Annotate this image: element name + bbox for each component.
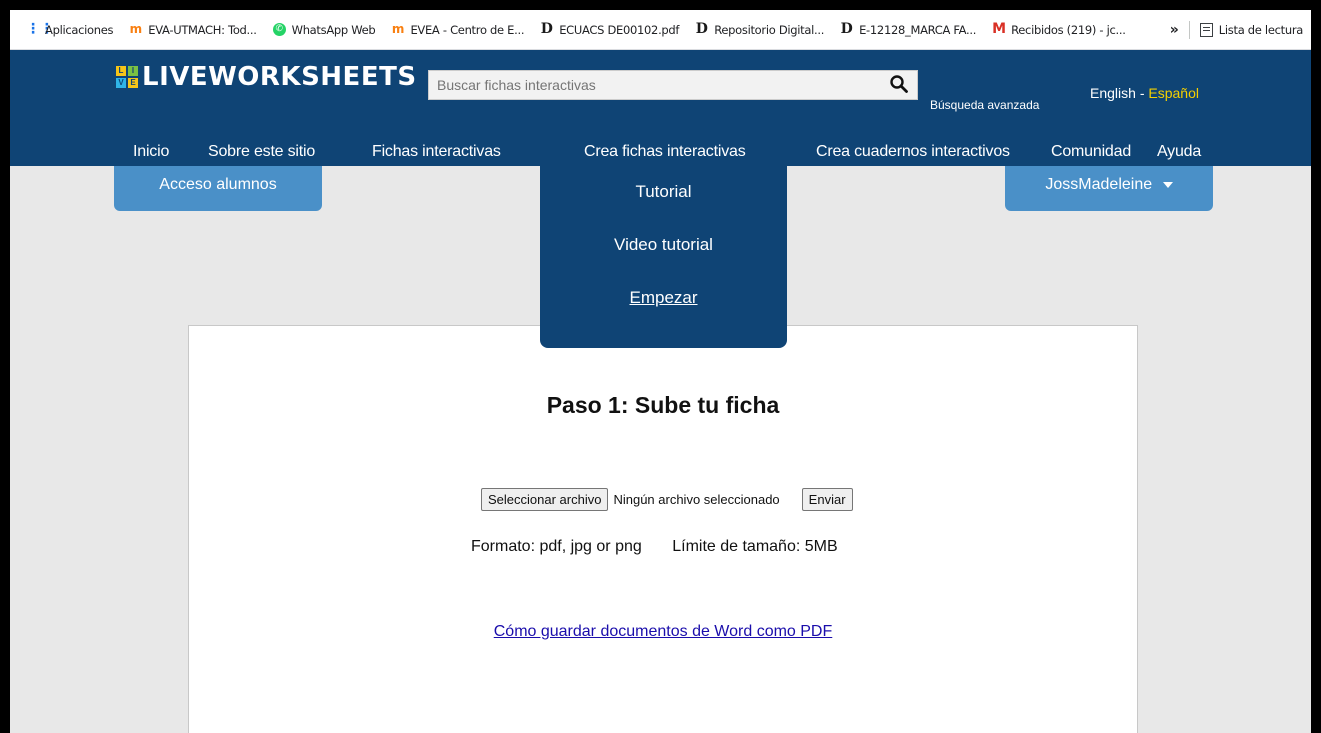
logo-mark: L I V E	[116, 66, 138, 88]
reading-list-button[interactable]: Lista de lectura	[1199, 22, 1304, 37]
reading-list-label: Lista de lectura	[1218, 22, 1304, 37]
bookmark-gmail[interactable]: M Recibidos (219) - jc...	[984, 21, 1134, 37]
language-switcher: English - Español	[1090, 85, 1199, 101]
user-name: JossMadeleine	[1045, 176, 1153, 193]
main-nav: Inicio Sobre este sitio Fichas interacti…	[10, 143, 1311, 167]
no-file-text: Ningún archivo seleccionado	[613, 492, 780, 507]
nav-sobre-este-sitio[interactable]: Sobre este sitio	[208, 143, 315, 161]
search-box	[428, 70, 918, 100]
divider	[1188, 20, 1190, 39]
bookmark-label: ECUACS DE00102.pdf	[559, 22, 680, 37]
format-info: Formato: pdf, jpg or png Límite de tamañ…	[471, 538, 838, 556]
bookmark-label: EVEA - Centro de E...	[410, 22, 525, 37]
dropdown-item-video-tutorial[interactable]: Video tutorial	[540, 235, 787, 255]
format-text: Formato: pdf, jpg or png	[471, 538, 642, 555]
browser-viewport: ⋮⋮ Aplicaciones m EVA-UTMACH: Tod... ✆ W…	[10, 10, 1311, 733]
bookmark-eva-utmach[interactable]: m EVA-UTMACH: Tod...	[121, 23, 264, 37]
file-upload-row: Seleccionar archivo Ningún archivo selec…	[481, 488, 853, 511]
bookmark-label: Recibidos (219) - jc...	[1011, 22, 1126, 37]
select-file-button[interactable]: Seleccionar archivo	[481, 488, 609, 511]
search-input[interactable]	[429, 71, 885, 99]
howto-pdf-link[interactable]: Cómo guardar documentos de Word como PDF	[494, 623, 833, 640]
bookmark-evea[interactable]: m EVEA - Centro de E...	[383, 23, 532, 37]
submit-button[interactable]: Enviar	[801, 488, 853, 511]
logo-letter: L	[116, 66, 126, 76]
dropdown-item-tutorial[interactable]: Tutorial	[540, 182, 787, 202]
howto-row: Cómo guardar documentos de Word como PDF	[189, 623, 1137, 641]
bookmark-label: Repositorio Digital...	[714, 22, 825, 37]
logo-text: LIVEWORKSHEETS	[142, 62, 417, 92]
search-icon[interactable]	[889, 74, 909, 94]
gmail-icon: M	[992, 21, 1006, 37]
bookmarks-right: » Lista de lectura	[1170, 10, 1303, 49]
bookmark-label: WhatsApp Web	[291, 22, 376, 37]
nav-comunidad[interactable]: Comunidad	[1051, 143, 1131, 161]
dropdown-item-empezar[interactable]: Empezar	[540, 288, 787, 308]
lang-separator: -	[1139, 85, 1145, 101]
bookmark-aplicaciones[interactable]: ⋮⋮ Aplicaciones	[18, 21, 121, 37]
bookmark-label: E-12128_MARCA FA...	[859, 22, 977, 37]
nav-crea-fichas-interactivas[interactable]: Crea fichas interactivas	[584, 143, 746, 161]
document-d-icon: D	[840, 21, 853, 37]
bookmark-repositorio[interactable]: D Repositorio Digital...	[687, 21, 832, 37]
site-logo[interactable]: L I V E LIVEWORKSHEETS	[116, 62, 417, 92]
logo-letter: E	[128, 78, 138, 88]
bookmark-label: EVA-UTMACH: Tod...	[148, 22, 257, 37]
nav-ayuda[interactable]: Ayuda	[1157, 143, 1201, 161]
student-access-button[interactable]: Acceso alumnos	[114, 166, 322, 211]
document-d-icon: D	[540, 21, 553, 37]
student-access-label: Acceso alumnos	[159, 176, 277, 193]
create-worksheets-dropdown: Tutorial Video tutorial Empezar	[540, 166, 787, 348]
bookmarks-bar: ⋮⋮ Aplicaciones m EVA-UTMACH: Tod... ✆ W…	[10, 10, 1311, 50]
upload-card: Paso 1: Sube tu ficha Seleccionar archiv…	[188, 325, 1138, 733]
bookmark-whatsapp[interactable]: ✆ WhatsApp Web	[265, 23, 384, 37]
bookmark-ecuacs[interactable]: D ECUACS DE00102.pdf	[532, 21, 687, 37]
site-header: L I V E LIVEWORKSHEETS Búsqueda avanzada…	[10, 50, 1311, 166]
logo-letter: I	[128, 66, 138, 76]
bookmark-e12128[interactable]: D E-12128_MARCA FA...	[832, 21, 984, 37]
page-title: Paso 1: Sube tu ficha	[546, 392, 780, 418]
user-menu-button[interactable]: JossMadeleine	[1005, 166, 1213, 211]
advanced-search-link[interactable]: Búsqueda avanzada	[930, 98, 1039, 112]
bookmarks-overflow-button[interactable]: »	[1170, 22, 1179, 38]
document-d-icon: D	[695, 21, 708, 37]
moodle-icon: m	[391, 22, 405, 36]
nav-crea-cuadernos-interactivos[interactable]: Crea cuadernos interactivos	[816, 143, 1010, 161]
apps-grid-icon: ⋮⋮	[26, 21, 54, 37]
whatsapp-icon: ✆	[272, 23, 286, 36]
logo-letter: V	[116, 78, 126, 88]
lang-english-link[interactable]: English	[1090, 85, 1136, 101]
lang-spanish-link[interactable]: Español	[1148, 85, 1199, 101]
nav-fichas-interactivas[interactable]: Fichas interactivas	[372, 143, 501, 161]
size-limit-text: Límite de tamaño: 5MB	[672, 538, 838, 555]
nav-inicio[interactable]: Inicio	[133, 143, 169, 161]
caret-down-icon	[1162, 181, 1173, 188]
moodle-icon: m	[129, 22, 143, 36]
bookmark-label: Aplicaciones	[45, 22, 114, 37]
reading-list-icon	[1199, 22, 1213, 37]
